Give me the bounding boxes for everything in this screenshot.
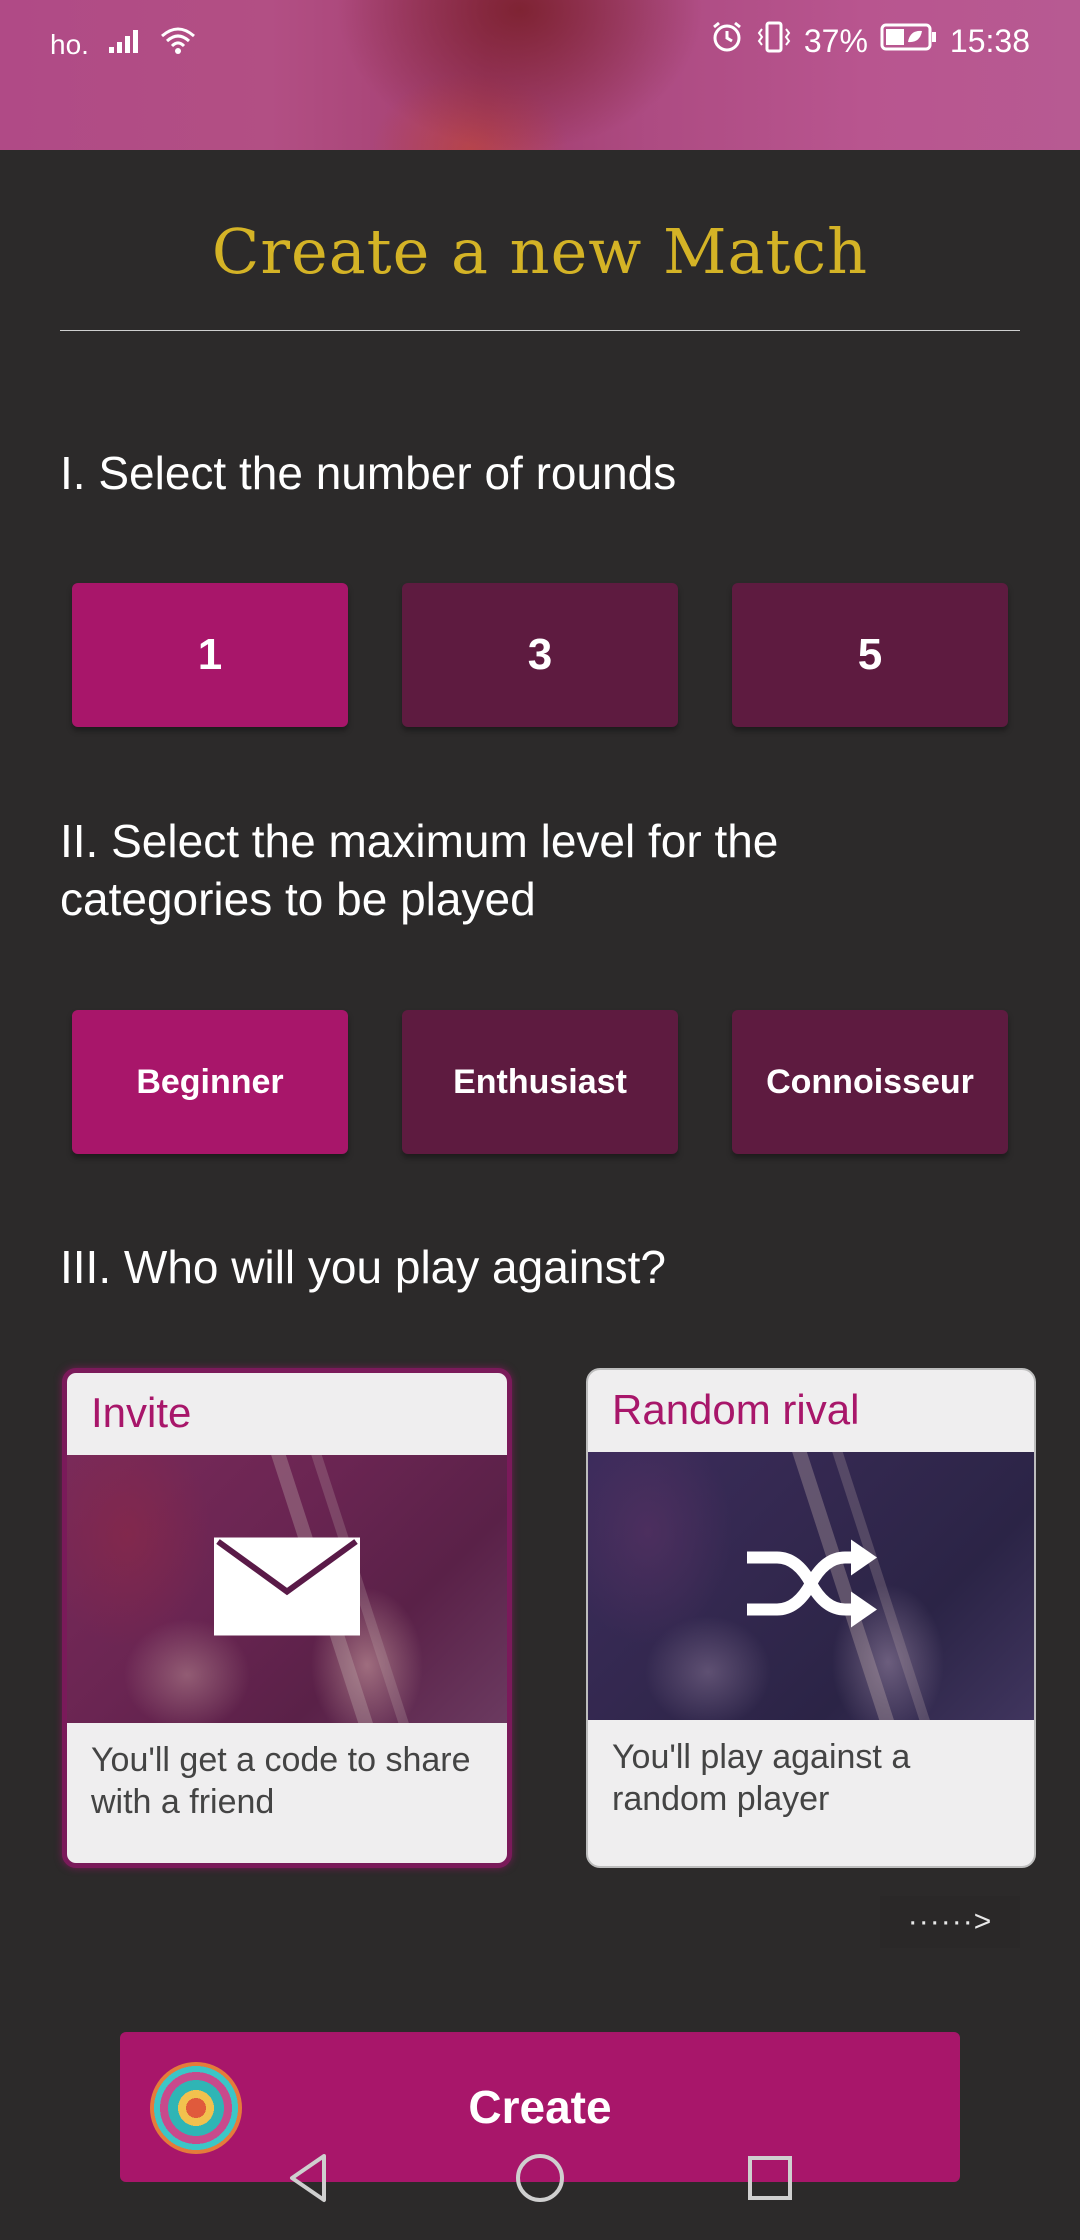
envelope-icon <box>214 1537 360 1641</box>
opponent-heading: III. Who will you play against? <box>60 1241 666 1293</box>
invite-card[interactable]: Invite You'll get a code to share with a… <box>62 1368 512 1868</box>
wifi-icon <box>159 26 197 63</box>
rounds-option-3[interactable]: 3 <box>402 583 678 727</box>
title-divider <box>60 330 1020 331</box>
random-rival-card-description: You'll play against a random player <box>612 1738 911 1818</box>
random-rival-card[interactable]: Random rival You'll play against a rando… <box>586 1368 1036 1868</box>
level-option-beginner[interactable]: Beginner <box>72 1010 348 1154</box>
random-rival-card-title: Random rival <box>612 1386 860 1433</box>
battery-percent: 37% <box>803 23 868 59</box>
invite-card-image <box>67 1455 507 1723</box>
vibrate-icon <box>756 20 792 62</box>
rounds-option-1[interactable]: 1 <box>72 583 348 727</box>
level-option-enthusiast[interactable]: Enthusiast <box>402 1010 678 1154</box>
alarm-icon <box>710 20 744 62</box>
scroll-more-hint[interactable]: ······> <box>880 1896 1020 1948</box>
battery-icon <box>880 22 938 60</box>
random-rival-card-image <box>588 1452 1034 1720</box>
levels-heading: II. Select the maximum level for the cat… <box>60 815 779 925</box>
navigation-bar <box>0 2140 1080 2220</box>
carrier-label: ho. <box>50 28 89 60</box>
signal-icon <box>107 27 141 62</box>
invite-card-description: You'll get a code to share with a friend <box>91 1741 471 1821</box>
shuffle-icon <box>741 1536 881 1637</box>
create-button-label: Create <box>468 2081 612 2133</box>
back-icon[interactable] <box>280 2148 340 2208</box>
status-left: ho. <box>50 26 197 63</box>
home-icon[interactable] <box>510 2148 570 2208</box>
level-option-connoisseur[interactable]: Connoisseur <box>732 1010 1008 1154</box>
recents-icon[interactable] <box>740 2148 800 2208</box>
rounds-option-5[interactable]: 5 <box>732 583 1008 727</box>
status-bar: ho. 37% 15:38 <box>0 0 1080 150</box>
rounds-heading: I. Select the number of rounds <box>60 447 677 499</box>
screen: ho. 37% 15:38 Create a new Match I. Sele… <box>0 0 1080 2240</box>
status-right: 37% 15:38 <box>710 20 1030 62</box>
clock-time: 15:38 <box>949 23 1030 59</box>
page-title: Create a new Match <box>211 215 869 288</box>
invite-card-title: Invite <box>91 1389 192 1436</box>
